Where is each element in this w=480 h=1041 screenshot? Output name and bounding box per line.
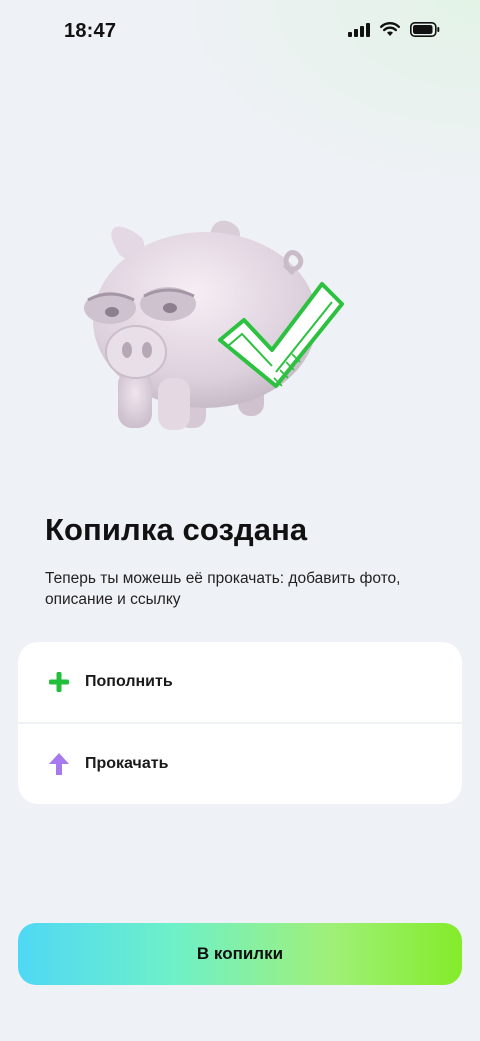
page-subtitle: Теперь ты можешь её прокачать: добавить … [45, 570, 401, 608]
arrow-up-icon [46, 751, 72, 777]
piggy-bank-illustration [84, 220, 344, 430]
status-time: 18:47 [64, 20, 117, 42]
top-up-label: Пополнить [85, 673, 173, 690]
upgrade-action[interactable]: Прокачать [18, 724, 462, 804]
signal-icon [348, 22, 370, 37]
to-piggy-banks-button[interactable]: В копилки [18, 923, 462, 985]
battery-icon [410, 22, 440, 37]
actions-card: Пополнить Прокачать [18, 642, 462, 804]
page-title: Копилка создана [45, 512, 308, 547]
top-up-action[interactable]: Пополнить [18, 642, 462, 722]
status-bar: 18:47 [0, 0, 480, 64]
upgrade-label: Прокачать [85, 755, 169, 772]
wifi-icon [380, 22, 400, 36]
plus-icon [46, 669, 72, 695]
status-icons [348, 22, 440, 37]
